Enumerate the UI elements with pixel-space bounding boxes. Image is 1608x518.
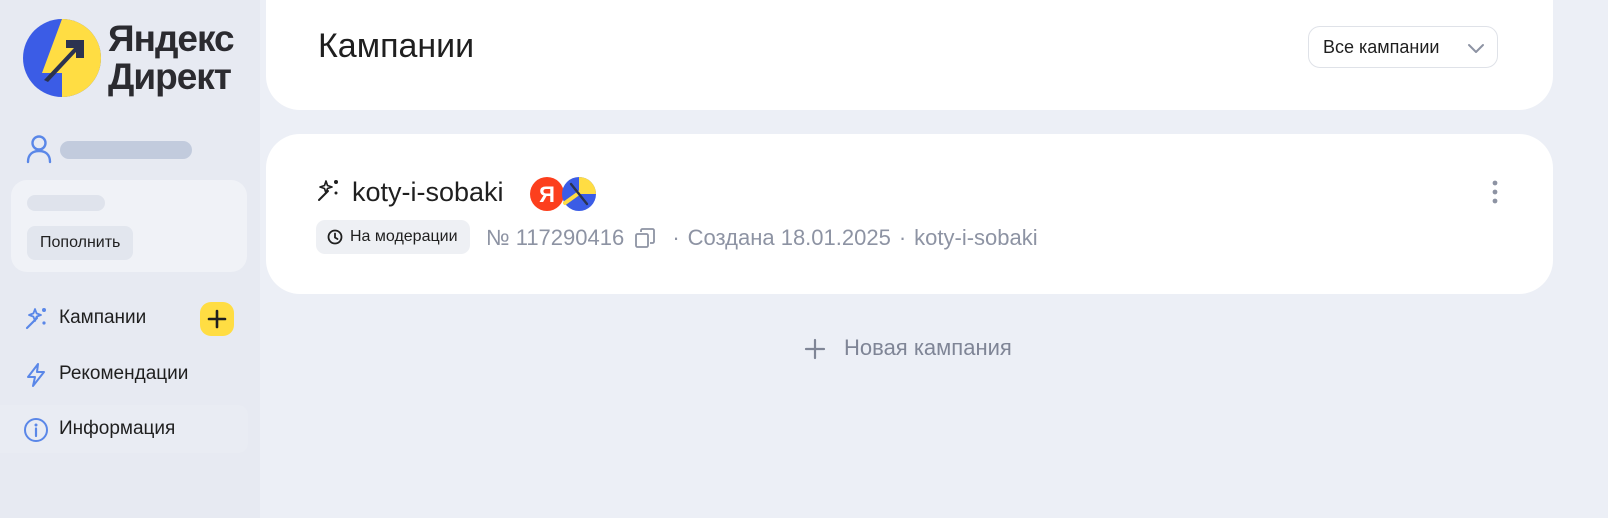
topup-button[interactable]: Пополнить — [27, 226, 134, 260]
separator-dot: · — [898, 225, 907, 251]
info-icon — [24, 418, 48, 442]
campaign-name[interactable]: koty-i-sobaki — [352, 174, 504, 210]
user-account[interactable] — [26, 134, 226, 164]
page-title: Кампании — [318, 27, 475, 65]
yandex-network-badge-icon — [562, 177, 596, 211]
sidebar: Яндекс Директ Пополнить Кампании Рекомен… — [0, 0, 260, 518]
logo-text: Яндекс Директ — [108, 18, 235, 97]
campaign-created-date: Создана 18.01.2025 — [687, 225, 891, 251]
sparkle-wand-icon — [318, 180, 338, 201]
page-header: Кампании Все кампании — [266, 0, 1553, 110]
yandex-badge-letter: Я — [539, 182, 555, 207]
campaign-filter-select[interactable]: Все кампании — [1308, 26, 1498, 68]
direct-logo-icon — [23, 19, 101, 97]
new-campaign-label: Новая кампания — [844, 335, 1012, 360]
sidebar-item-label: Информация — [59, 418, 176, 439]
sidebar-item-information[interactable]: Информация — [0, 405, 248, 453]
campaign-number: № 117290416 — [486, 225, 625, 251]
balance-placeholder — [27, 195, 105, 211]
yandex-search-badge-icon: Я — [530, 177, 564, 211]
plus-icon — [804, 338, 826, 360]
campaign-meta: № 117290416 · Создана 18.01.2025 · koty-i-s… — [486, 220, 1038, 255]
filter-select-value: Все кампании — [1323, 37, 1440, 57]
user-icon — [26, 135, 52, 164]
user-name-placeholder — [60, 141, 192, 159]
clock-icon — [327, 229, 343, 245]
sidebar-item-label: Рекомендации — [59, 363, 189, 384]
campaign-domain: koty-i-sobaki — [914, 225, 1038, 251]
lightning-icon — [27, 363, 45, 387]
plus-icon — [207, 309, 227, 329]
separator-dot: · — [672, 225, 680, 251]
balance-card: Пополнить — [11, 180, 247, 272]
copy-icon[interactable] — [634, 227, 656, 249]
sidebar-item-label: Кампании — [59, 307, 147, 328]
logo-text-line1: Яндекс — [108, 18, 235, 59]
yandex-direct-logo[interactable]: Яндекс Директ — [22, 18, 242, 102]
status-label: На модерации — [350, 228, 458, 245]
add-campaign-button[interactable] — [200, 302, 234, 336]
status-badge: На модерации — [316, 220, 470, 254]
more-options-icon[interactable] — [1485, 178, 1505, 206]
chevron-down-icon — [1468, 44, 1484, 53]
campaign-card[interactable]: koty-i-sobaki Я На модерации № 117290416… — [266, 134, 1553, 294]
sidebar-item-recommendations[interactable]: Рекомендации — [0, 350, 248, 398]
sparkle-wand-icon — [25, 308, 46, 330]
logo-text-line2: Директ — [108, 56, 232, 97]
